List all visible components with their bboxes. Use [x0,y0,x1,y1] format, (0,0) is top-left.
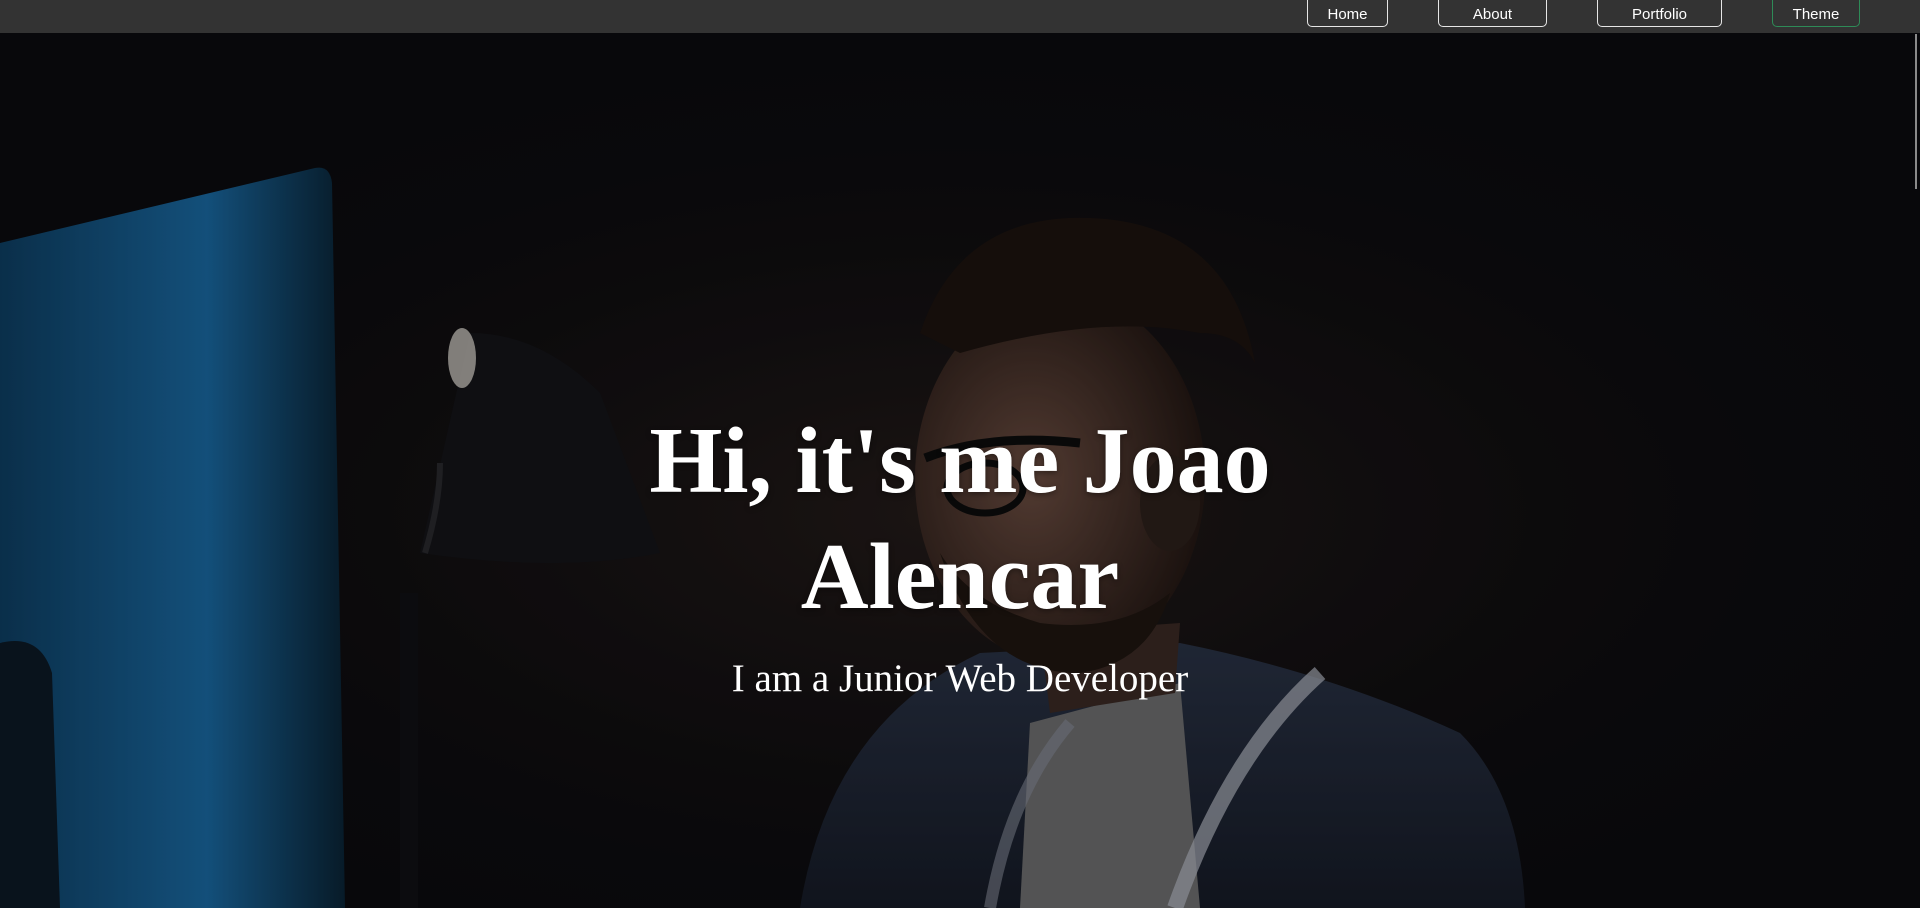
page: Home About Portfolio Theme Hi, it's me J… [0,0,1920,908]
nav-portfolio-button[interactable]: Portfolio [1597,0,1722,27]
hero-title: Hi, it's me Joao Alencar [649,409,1271,629]
hero-text-block: Hi, it's me Joao Alencar I am a Junior W… [560,403,1360,701]
nav-home-button[interactable]: Home [1307,0,1388,27]
hero-section: Hi, it's me Joao Alencar I am a Junior W… [0,33,1920,908]
theme-toggle-button[interactable]: Theme [1772,0,1860,27]
hero-subtitle: I am a Junior Web Developer [731,657,1189,700]
scrollbar-thumb[interactable] [1915,34,1917,189]
top-navbar: Home About Portfolio Theme [0,0,1920,33]
nav-about-button[interactable]: About [1438,0,1547,27]
